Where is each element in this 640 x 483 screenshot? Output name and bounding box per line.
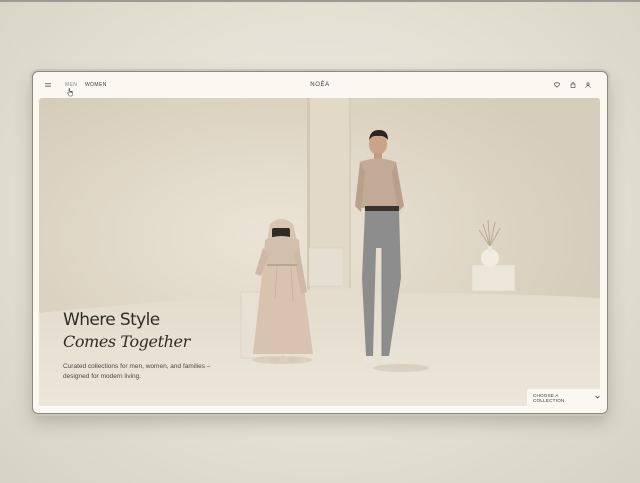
chevron-down-icon [595, 395, 600, 400]
hero-description: Curated collections for men, women, and … [63, 363, 211, 380]
shopping-bag-icon[interactable] [569, 72, 577, 97]
hero-headline: Where Style Comes Together [63, 310, 190, 352]
brand-logo[interactable]: NOÉA [310, 82, 329, 88]
top-navigation: MEN WOMEN NOÉA [33, 72, 607, 97]
headline-line-1: Where Style [63, 310, 160, 330]
screen-top-edge [0, 0, 640, 2]
choose-collection-label: CHOOSE A COLLECTION [533, 392, 565, 403]
browser-window: MEN WOMEN NOÉA Where Style Comes Togethe… [33, 72, 607, 413]
hero-photo [39, 98, 600, 406]
headline-line-2: Comes Together [63, 332, 190, 351]
heart-icon[interactable] [553, 72, 561, 97]
plinth [471, 264, 516, 292]
menu-icon[interactable] [45, 72, 55, 97]
choose-collection-button[interactable]: CHOOSE A COLLECTION [527, 389, 600, 406]
user-icon[interactable] [584, 72, 592, 97]
hero-banner: Where Style Comes Together Curated colle… [39, 98, 600, 406]
nav-link-women[interactable]: WOMEN [85, 72, 107, 97]
